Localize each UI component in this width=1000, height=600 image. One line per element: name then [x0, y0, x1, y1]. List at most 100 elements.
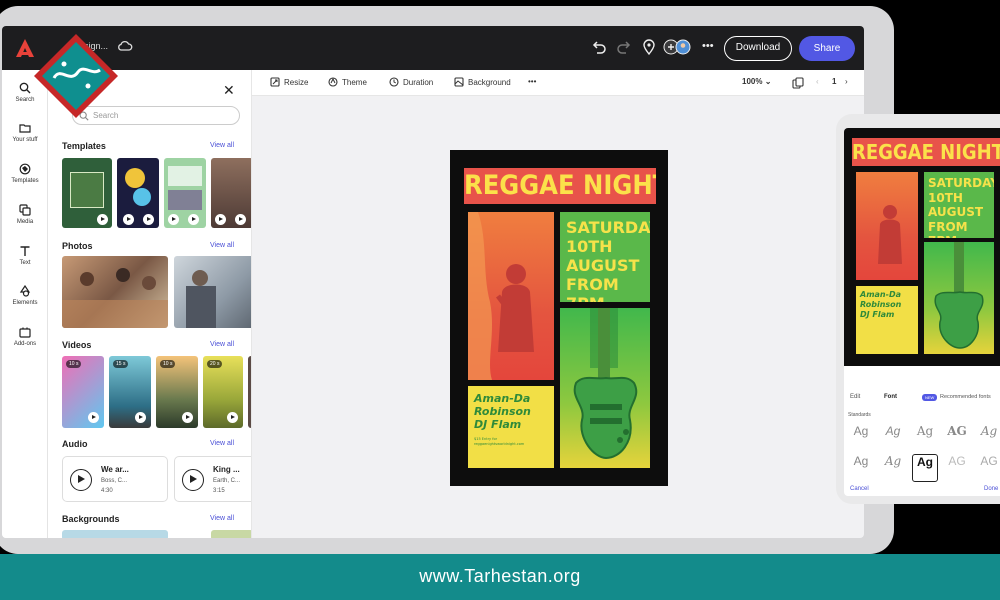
phone-poster-preview[interactable]: REGGAE NIGHT SATURDAY 10TH AUGUST FROM 7… [844, 128, 1000, 366]
cancel-button[interactable]: Cancel [850, 486, 869, 492]
done-button[interactable]: Done [984, 486, 998, 492]
text-icon [20, 246, 30, 256]
left-rail: Search Your stuff Templates Media Text E… [2, 70, 48, 538]
footer-site-link[interactable]: www.Tarhestan.org [419, 566, 581, 586]
elements-icon [19, 285, 31, 297]
audio-duration: 4:30 [101, 488, 113, 494]
tab-edit[interactable]: Edit [850, 394, 860, 400]
photo-thumbnail[interactable] [174, 256, 251, 328]
singer-silhouette-icon [468, 212, 534, 380]
view-all-templates-link[interactable]: View all [210, 142, 234, 149]
rail-item-elements[interactable]: Elements [2, 285, 48, 306]
font-option[interactable]: AG [976, 454, 1000, 482]
view-all-audio-link[interactable]: View all [210, 440, 234, 447]
theme-button[interactable]: Theme [328, 77, 367, 87]
view-all-backgrounds-link[interactable]: View all [210, 515, 234, 522]
view-all-photos-link[interactable]: View all [210, 242, 234, 249]
poster-guitar-photo [560, 308, 650, 468]
tab-font[interactable]: Font [884, 394, 897, 400]
rail-item-text[interactable]: Text [2, 245, 48, 266]
photo-thumbnail[interactable] [62, 256, 168, 328]
artist-line: Robinson [860, 300, 902, 309]
date-line: 10TH [928, 190, 963, 205]
tab-recommended-fonts[interactable]: Recommended fonts [940, 394, 991, 400]
add-ons-icon [19, 327, 31, 338]
rail-item-add-ons[interactable]: Add-ons [2, 326, 48, 347]
font-option[interactable]: Ag [912, 424, 938, 452]
play-icon [97, 214, 108, 225]
duration-badge: 20 s [207, 360, 223, 368]
page-number: 1 [832, 77, 837, 86]
audio-artist: Boss, C... [101, 478, 128, 484]
font-option[interactable]: AG [944, 454, 970, 482]
prev-page-icon[interactable]: ‹ [816, 77, 819, 86]
duration-button[interactable]: Duration [389, 77, 433, 87]
play-icon [188, 214, 199, 225]
play-icon [135, 412, 146, 423]
guitar-icon [573, 308, 638, 460]
guitar-icon [934, 242, 984, 349]
date-line: SATURDAY [566, 218, 650, 237]
background-thumbnail[interactable] [211, 530, 251, 538]
background-thumbnail[interactable] [62, 530, 168, 538]
redo-icon[interactable] [615, 38, 633, 56]
template-thumbnail[interactable] [117, 158, 159, 228]
date-line: AUGUST [928, 205, 984, 219]
play-button-icon[interactable] [70, 469, 92, 491]
date-line: SATURDAY [928, 176, 994, 190]
video-thumbnail[interactable]: 10 s [156, 356, 198, 428]
template-thumbnail[interactable] [62, 158, 112, 228]
audio-track-card[interactable]: We ar... Boss, C... 4:30 [62, 456, 168, 502]
download-button[interactable]: Download [724, 36, 792, 61]
collaborators-avatar-icon[interactable] [662, 38, 694, 56]
video-thumbnail[interactable]: 15 s [109, 356, 151, 428]
clock-icon [389, 77, 399, 87]
play-icon [182, 412, 193, 423]
more-options-icon[interactable]: ••• [702, 38, 720, 56]
theme-icon [328, 77, 338, 87]
pages-icon[interactable] [792, 77, 804, 89]
view-all-videos-link[interactable]: View all [210, 341, 234, 348]
date-line: 10TH [566, 237, 613, 256]
font-option-selected[interactable]: Ag [912, 454, 938, 482]
zoom-select[interactable]: 100% ⌄ [742, 77, 771, 86]
audio-track-card[interactable]: King ... Earth, C... 3:15 [174, 456, 251, 502]
background-button[interactable]: Background [454, 77, 511, 87]
poster-canvas[interactable]: REGGAE NIGHT SATURDAY 10TH AUGUST FROM 7… [450, 150, 668, 486]
font-option[interactable]: Ag [880, 424, 906, 452]
poster-date-block: SATURDAY 10TH AUGUST FROM 7PM [924, 172, 994, 238]
font-sample: Ag [853, 454, 869, 468]
rail-item-media[interactable]: Media [2, 204, 48, 225]
undo-icon[interactable] [590, 38, 608, 56]
template-thumbnail[interactable] [211, 158, 251, 228]
resize-icon [270, 77, 280, 87]
comment-pin-icon[interactable] [640, 38, 658, 56]
poster-title: REGGAE NIGHT [852, 138, 1000, 166]
media-icon [19, 204, 31, 216]
video-thumbnail[interactable]: 20 s [203, 356, 243, 428]
video-thumbnail[interactable] [248, 356, 251, 428]
video-thumbnail[interactable]: 10 s [62, 356, 104, 428]
font-option[interactable]: Ag [880, 454, 906, 482]
font-option[interactable]: Ag [848, 454, 874, 482]
rail-label: Your stuff [12, 137, 38, 143]
rail-item-templates[interactable]: Templates [2, 163, 48, 184]
font-sample: AG [947, 424, 967, 438]
play-icon [143, 214, 154, 225]
resize-button[interactable]: Resize [270, 77, 308, 87]
font-option[interactable]: AG [944, 424, 970, 452]
font-sample: Ag [917, 455, 933, 469]
font-sample: Ag [885, 424, 901, 438]
play-button-icon[interactable] [182, 469, 204, 491]
close-panel-icon[interactable]: ✕ [223, 82, 235, 99]
share-button[interactable]: Share [799, 36, 855, 61]
template-thumbnail[interactable] [164, 158, 206, 228]
tablet-frame: sign... ••• Download Share Search Your s… [0, 6, 894, 554]
poster-small-print: $15 Entry for reggaenightsworldnight.com [474, 437, 548, 447]
next-page-icon[interactable]: › [845, 77, 848, 86]
rail-item-your-stuff[interactable]: Your stuff [2, 122, 48, 143]
font-option[interactable]: Ag [848, 424, 874, 452]
section-title-videos: Videos [62, 340, 92, 350]
font-option[interactable]: Ag [976, 424, 1000, 452]
more-tools-icon[interactable]: ••• [528, 77, 536, 86]
